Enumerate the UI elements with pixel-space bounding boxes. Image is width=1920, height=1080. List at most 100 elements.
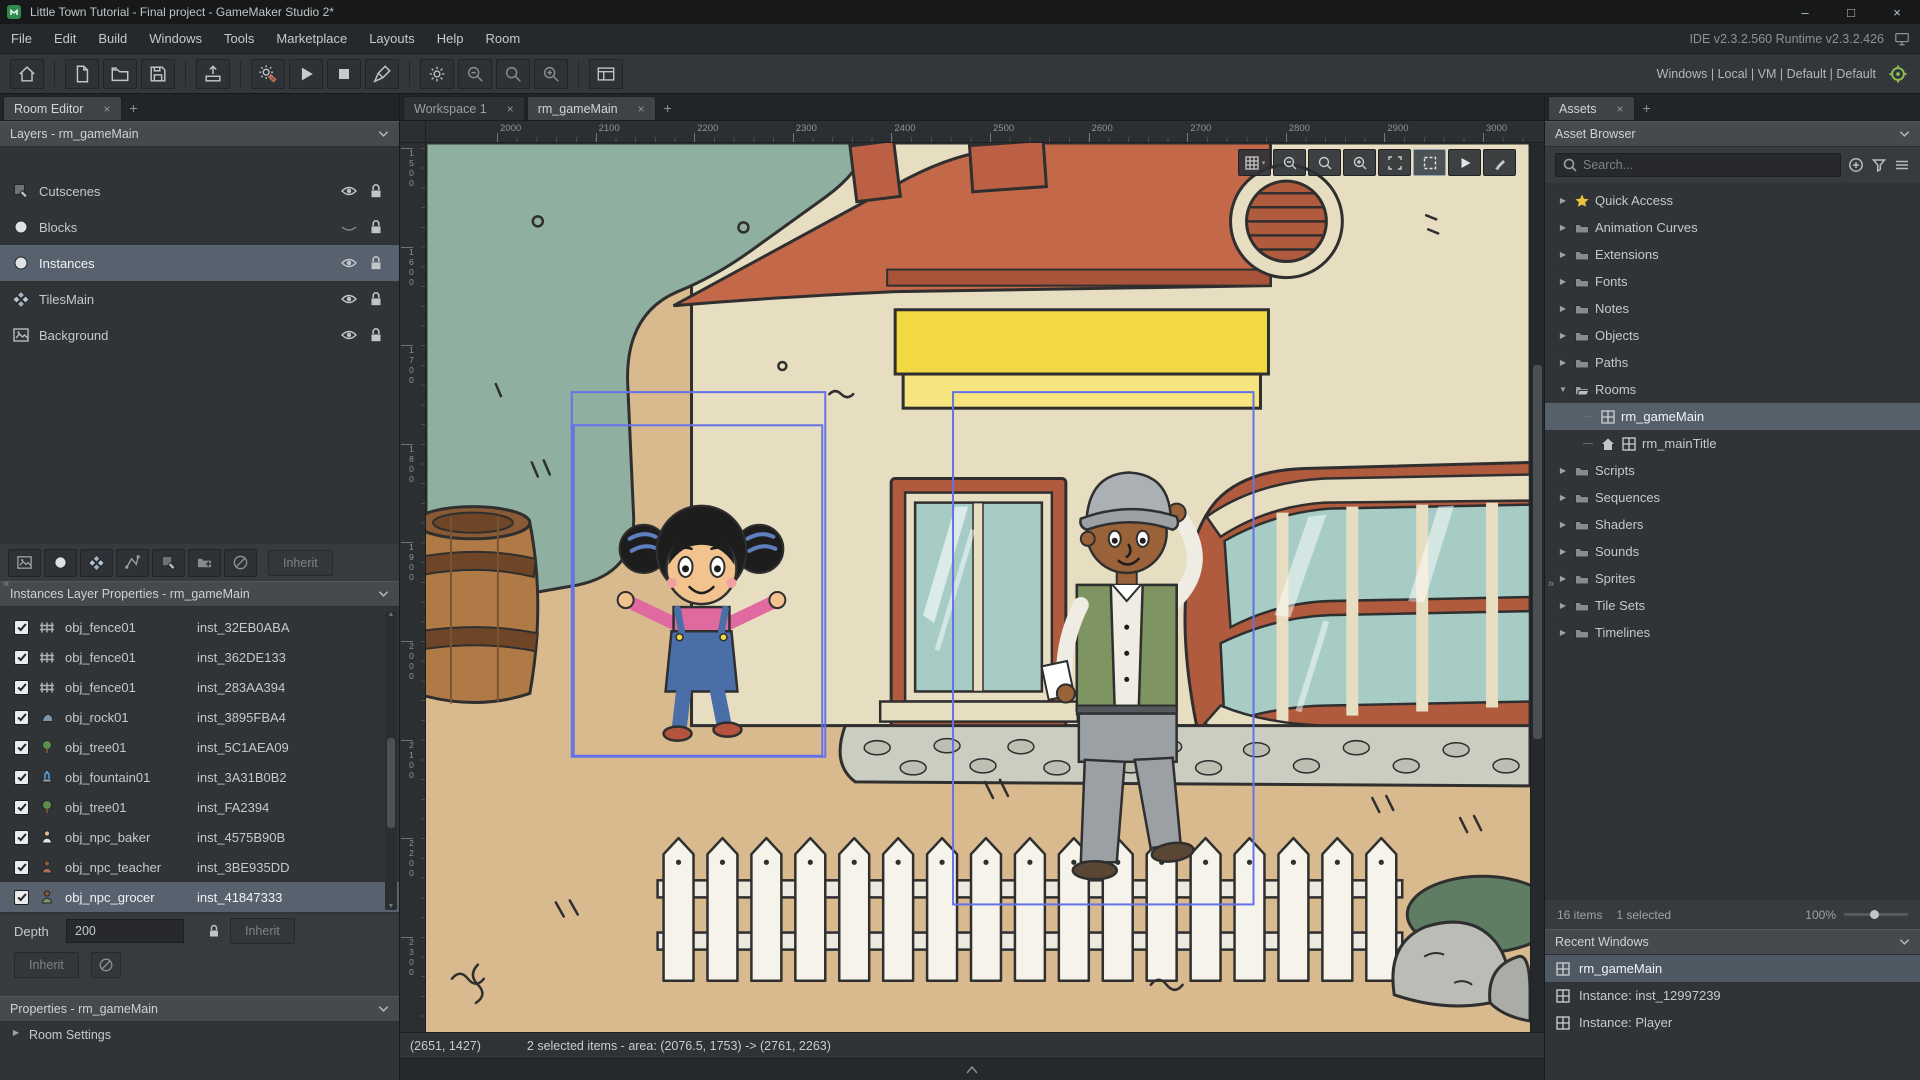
zoom-in-button[interactable] <box>534 58 568 89</box>
windows-layout-button[interactable] <box>589 58 623 89</box>
inherit-button[interactable]: Inherit <box>14 951 79 978</box>
layer-row-tilesmain[interactable]: TilesMain <box>0 281 399 317</box>
close-icon[interactable]: × <box>507 102 514 116</box>
layers-header[interactable]: Layers - rm_gameMain <box>0 121 399 147</box>
collapsed-arrow-icon[interactable]: ▶ <box>1557 547 1569 556</box>
depth-input[interactable] <box>66 919 184 943</box>
run-room-button[interactable] <box>1448 149 1481 176</box>
visibility-eye-icon[interactable] <box>340 290 358 308</box>
add-instance-layer-button[interactable] <box>44 548 77 577</box>
menu-windows[interactable]: Windows <box>138 24 213 53</box>
game-options-button[interactable] <box>251 58 285 89</box>
collapse-arrow-icon[interactable]: ▶ <box>10 1028 22 1037</box>
instance-checkbox[interactable] <box>14 709 29 725</box>
instance-row-inst-41847333[interactable]: obj_npc_grocer inst_41847333 <box>0 882 399 912</box>
tree-item-animation-curves[interactable]: ▶ Animation Curves <box>1545 214 1920 241</box>
room-settings-item[interactable]: ▶ Room Settings <box>0 1022 399 1080</box>
add-background-layer-button[interactable] <box>8 548 41 577</box>
add-workspace-tab-button[interactable]: + <box>658 98 678 118</box>
collapsed-arrow-icon[interactable]: ▶ <box>1557 520 1569 529</box>
add-path-layer-button[interactable] <box>116 548 149 577</box>
collapsed-arrow-icon[interactable]: ▶ <box>1557 196 1569 205</box>
instance-row-inst-32eb0aba[interactable]: obj_fence01 inst_32EB0ABA <box>0 612 399 642</box>
tree-item-notes[interactable]: ▶ Notes <box>1545 295 1920 322</box>
depth-inherit-button[interactable]: Inherit <box>230 918 295 944</box>
collapsed-arrow-icon[interactable]: ▶ <box>1557 601 1569 610</box>
tree-item-scripts[interactable]: ▶ Scripts <box>1545 457 1920 484</box>
bottom-strip[interactable] <box>400 1058 1544 1080</box>
menu-file[interactable]: File <box>0 24 43 53</box>
recent-item-instance-inst-12997239[interactable]: Instance: inst_12997239 <box>1545 982 1920 1009</box>
add-asset-icon[interactable] <box>1848 157 1864 173</box>
instance-row-inst-283aa394[interactable]: obj_fence01 inst_283AA394 <box>0 672 399 702</box>
close-button[interactable]: × <box>1874 0 1920 24</box>
collapsed-arrow-icon[interactable]: ▶ <box>1557 466 1569 475</box>
visibility-eye-icon[interactable] <box>340 254 358 272</box>
filter-icon[interactable] <box>1871 157 1887 173</box>
target-icon[interactable] <box>1888 64 1908 84</box>
tree-item-paths[interactable]: ▶ Paths <box>1545 349 1920 376</box>
layer-row-cutscenes[interactable]: Cutscenes <box>0 173 399 209</box>
chevron-down-icon[interactable]: ▾ <box>1262 159 1266 167</box>
scrollbar-thumb[interactable] <box>1533 365 1542 739</box>
instance-checkbox[interactable] <box>14 859 29 875</box>
instance-row-inst-362de133[interactable]: obj_fence01 inst_362DE133 <box>0 642 399 672</box>
lock-icon[interactable] <box>206 923 222 939</box>
recent-item-rm-gamemain[interactable]: rm_gameMain <box>1545 955 1920 982</box>
collapsed-arrow-icon[interactable]: ▶ <box>1557 277 1569 286</box>
save-project-button[interactable] <box>141 58 175 89</box>
instance-checkbox[interactable] <box>14 739 29 755</box>
tab-assets[interactable]: Assets × <box>1548 96 1635 120</box>
tree-item-shaders[interactable]: ▶ Shaders <box>1545 511 1920 538</box>
instance-row-inst-4575b90b[interactable]: obj_npc_baker inst_4575B90B <box>0 822 399 852</box>
tree-item-extensions[interactable]: ▶ Extensions <box>1545 241 1920 268</box>
menu-edit[interactable]: Edit <box>43 24 87 53</box>
layer-row-instances[interactable]: Instances <box>0 245 399 281</box>
instance-row-inst-3895fba4[interactable]: obj_rock01 inst_3895FBA4 <box>0 702 399 732</box>
tab-workspace-1[interactable]: Workspace 1 × <box>403 96 525 120</box>
instance-row-inst-fa2394[interactable]: obj_tree01 inst_FA2394 <box>0 792 399 822</box>
add-tile-layer-button[interactable] <box>80 548 113 577</box>
expanded-arrow-icon[interactable]: ▼ <box>1557 385 1569 394</box>
zoom-reset-button[interactable] <box>1308 149 1341 176</box>
close-icon[interactable]: × <box>103 102 110 116</box>
tree-item-rooms[interactable]: ▼ Rooms <box>1545 376 1920 403</box>
close-icon[interactable]: × <box>638 102 645 116</box>
close-icon[interactable]: × <box>1617 102 1624 116</box>
search-box[interactable] <box>1555 153 1841 177</box>
collapsed-arrow-icon[interactable]: ▶ <box>1557 493 1569 502</box>
add-layer-folder-button[interactable] <box>188 548 221 577</box>
collapsed-arrow-icon[interactable]: ▶ <box>1557 223 1569 232</box>
collapsed-arrow-icon[interactable]: ▶ <box>1557 250 1569 259</box>
tree-item-objects[interactable]: ▶ Objects <box>1545 322 1920 349</box>
menu-tools[interactable]: Tools <box>213 24 265 53</box>
instance-checkbox[interactable] <box>14 799 29 815</box>
instance-row-inst-3a31b0b2[interactable]: obj_fountain01 inst_3A31B0B2 <box>0 762 399 792</box>
lock-icon[interactable] <box>367 218 385 236</box>
tab-rm-gamemain[interactable]: rm_gameMain × <box>526 96 656 120</box>
vertical-scrollbar[interactable] <box>1530 143 1544 1032</box>
recent-item-instance-player[interactable]: Instance: Player <box>1545 1009 1920 1036</box>
lock-icon[interactable] <box>367 326 385 344</box>
collapsed-arrow-icon[interactable]: ▶ <box>1557 628 1569 637</box>
menu-icon[interactable] <box>1894 157 1910 173</box>
zoom-out-button[interactable] <box>458 58 492 89</box>
instance-checkbox[interactable] <box>14 769 29 785</box>
instance-checkbox[interactable] <box>14 829 29 845</box>
tree-item-sequences[interactable]: ▶ Sequences <box>1545 484 1920 511</box>
collapsed-arrow-icon[interactable]: ▶ <box>1557 331 1569 340</box>
monitor-icon[interactable] <box>1894 31 1910 47</box>
clear-inheritance-button[interactable] <box>90 951 121 978</box>
build-targets[interactable]: Windows | Local | VM | Default | Default <box>1657 67 1876 81</box>
instance-row-inst-3be935dd[interactable]: obj_npc_teacher inst_3BE935DD <box>0 852 399 882</box>
selection-tool-button[interactable] <box>1413 149 1446 176</box>
lock-icon[interactable] <box>367 254 385 272</box>
fit-view-button[interactable] <box>1378 149 1411 176</box>
collapsed-arrow-icon[interactable]: ▶ <box>1557 574 1569 583</box>
menu-marketplace[interactable]: Marketplace <box>265 24 358 53</box>
settings-button[interactable] <box>420 58 454 89</box>
menu-room[interactable]: Room <box>475 24 532 53</box>
tree-item-sprites[interactable]: ▶ Sprites <box>1545 565 1920 592</box>
layer-row-background[interactable]: Background <box>0 317 399 353</box>
collapsed-arrow-icon[interactable]: ▶ <box>1557 304 1569 313</box>
